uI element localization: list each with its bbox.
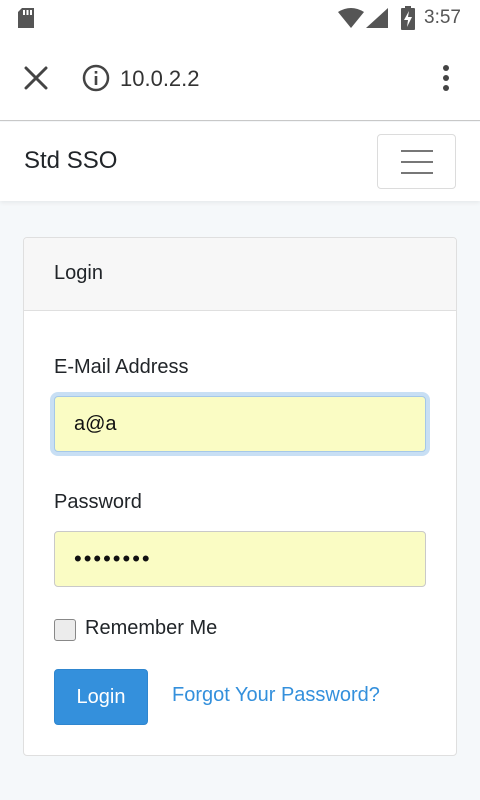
navbar-toggler-button[interactable] — [377, 134, 456, 189]
more-vert-icon[interactable] — [436, 64, 456, 97]
status-bar: 3:57 — [0, 0, 480, 36]
info-icon[interactable] — [82, 64, 110, 97]
browser-toolbar: 10.0.2.2 — [0, 36, 480, 121]
remember-me-label[interactable]: Remember Me — [85, 617, 217, 640]
remember-me-checkbox[interactable] — [54, 619, 76, 641]
app-navbar: Std SSO — [0, 122, 480, 201]
status-time: 3:57 — [424, 7, 461, 28]
login-button[interactable]: Login — [54, 669, 148, 725]
email-label: E-Mail Address — [54, 356, 189, 378]
wifi-icon — [338, 8, 364, 33]
password-field[interactable]: •••••••• — [54, 531, 426, 587]
login-card: Login E-Mail Address a@a Password ••••••… — [23, 237, 457, 756]
battery-charging-icon — [401, 6, 415, 35]
navbar-brand[interactable]: Std SSO — [24, 147, 117, 175]
url-text[interactable]: 10.0.2.2 — [120, 66, 200, 92]
close-icon[interactable] — [24, 66, 48, 95]
sd-card-icon — [16, 7, 36, 34]
card-header: Login — [24, 238, 456, 311]
email-field[interactable]: a@a — [54, 396, 426, 452]
password-label: Password — [54, 491, 142, 513]
forgot-password-link[interactable]: Forgot Your Password? — [172, 684, 380, 707]
signal-icon — [366, 8, 388, 33]
